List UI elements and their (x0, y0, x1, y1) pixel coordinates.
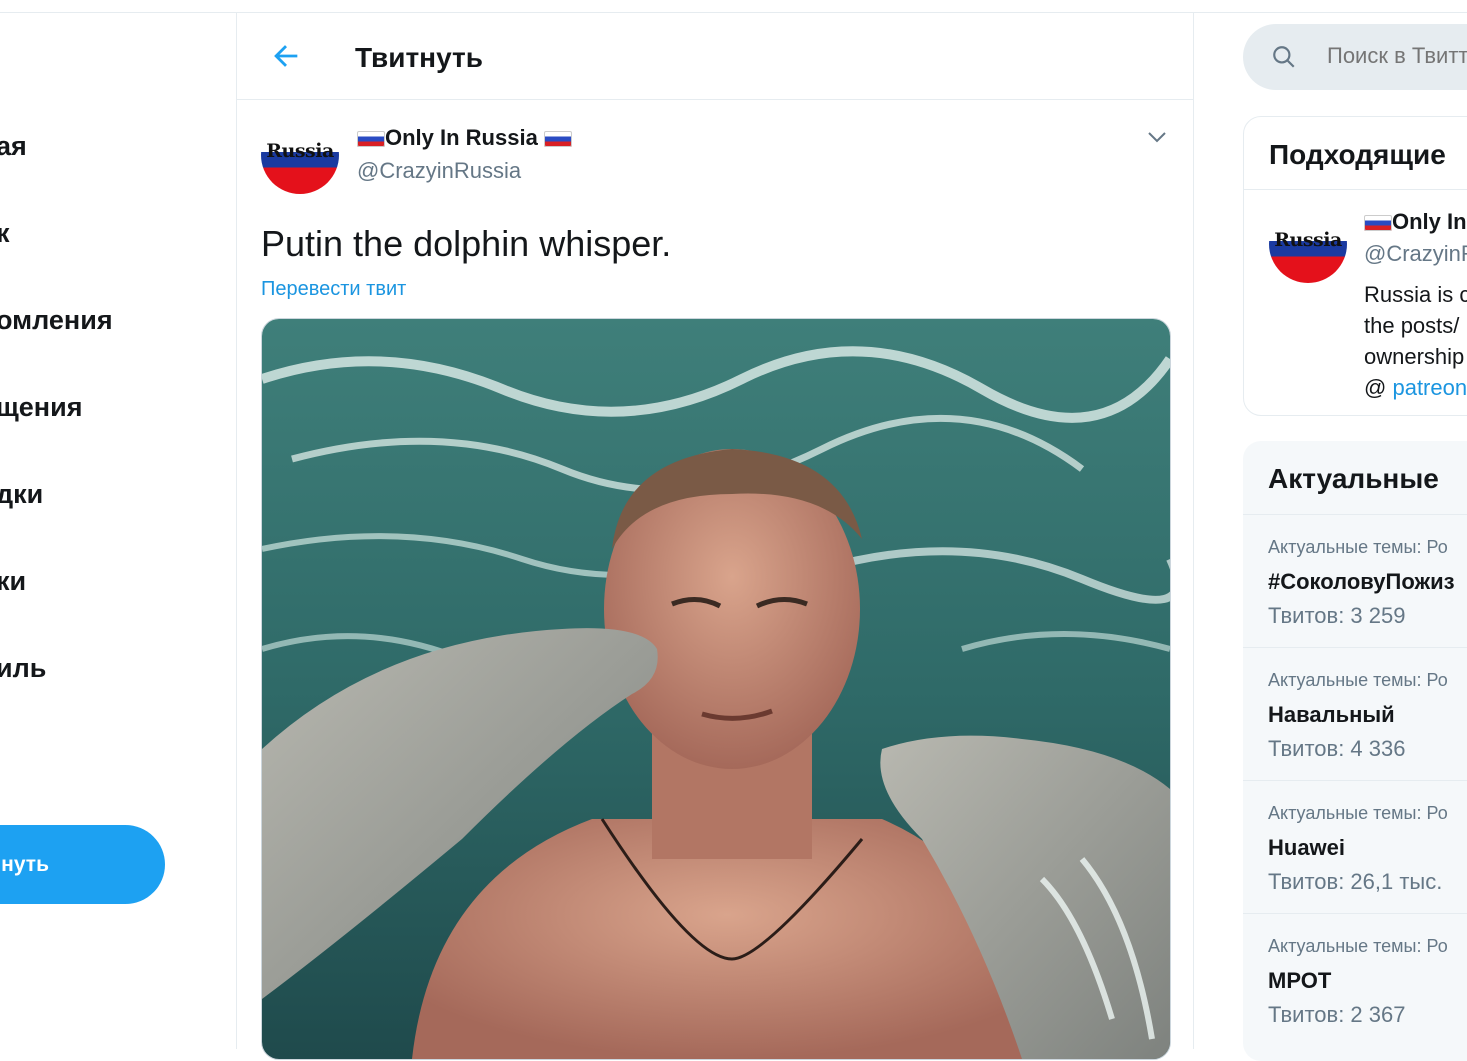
flag-icon (1364, 215, 1392, 231)
bio-link[interactable]: patreon (1392, 375, 1467, 400)
bio-line: Russia is c (1364, 282, 1467, 307)
search-icon (1273, 46, 1295, 68)
suggested-user-name-text: Only In (1392, 209, 1467, 234)
sidebar-item-lists[interactable]: ки (0, 566, 26, 597)
compose-tweet-button[interactable]: нуть (0, 825, 165, 904)
search-box[interactable] (1243, 24, 1467, 90)
divider (1243, 514, 1467, 515)
trends-card: Актуальные Актуальные темы: Ро #Соколову… (1243, 441, 1467, 1061)
divider (1243, 647, 1467, 648)
translate-tweet-link[interactable]: Перевести твит (261, 278, 406, 301)
page-header: Твитнуть (237, 13, 1193, 100)
chevron-down-icon[interactable] (1145, 125, 1169, 149)
divider (1244, 189, 1467, 190)
trend-category: Актуальные темы: Ро (1268, 803, 1448, 823)
author-name[interactable]: Only In Russia (357, 125, 572, 151)
trend-name: МРОТ (1268, 968, 1332, 993)
bio-at: @ (1364, 375, 1387, 400)
back-arrow-icon[interactable] (269, 39, 303, 73)
trend-category: Актуальные темы: Ро (1268, 936, 1448, 956)
tweet-text: Putin the dolphin whisper. (261, 223, 672, 264)
trend-count: Твитов: 26,1 тыс. (1268, 869, 1443, 894)
trend-count: Твитов: 4 336 (1268, 736, 1406, 761)
sidebar-item-profile[interactable]: иль (0, 653, 46, 684)
bio-line: the posts/ (1364, 313, 1460, 338)
trends-title: Актуальные (1268, 463, 1439, 494)
divider (1243, 780, 1467, 781)
bio-line: ownership (1364, 344, 1465, 369)
author-name-text: Only In Russia (385, 125, 538, 150)
sidebar-item-explore[interactable]: к (0, 218, 10, 249)
sidebar-item-messages[interactable]: щения (0, 392, 82, 423)
who-to-follow-card: Подходящие Russia Only In @CrazyinR Russ… (1243, 116, 1467, 416)
suggested-user-bio: Russia is c the posts/ ownership @ patre… (1364, 279, 1467, 403)
suggested-user-handle[interactable]: @CrazyinR (1364, 241, 1467, 267)
trend-count: Твитов: 3 259 (1268, 603, 1406, 628)
search-input[interactable] (1325, 42, 1467, 70)
page-title: Твитнуть (355, 42, 483, 73)
sidebar-item-bookmarks[interactable]: дки (0, 479, 43, 510)
suggested-user-avatar[interactable]: Russia (1269, 205, 1347, 283)
divider (1243, 913, 1467, 914)
top-bar (0, 0, 1467, 13)
sidebar-nav: ая к омления щения дки ки иль нуть (0, 13, 236, 1049)
tweet-photo[interactable] (261, 318, 1171, 1060)
flag-icon (357, 131, 385, 147)
author-avatar[interactable]: Russia (261, 116, 339, 194)
suggested-user-name[interactable]: Only In (1364, 209, 1467, 235)
trend-name: Huawei (1268, 835, 1346, 860)
author-handle[interactable]: @CrazyinRussia (357, 158, 521, 184)
avatar-text: Russia (266, 140, 334, 162)
photo-illustration (262, 319, 1170, 1059)
who-to-follow-title: Подходящие (1269, 139, 1446, 170)
flag-icon (543, 131, 572, 147)
trend-category: Актуальные темы: Ро (1268, 670, 1448, 690)
trend-name: Навальный (1268, 702, 1395, 727)
trend-category: Актуальные темы: Ро (1268, 537, 1448, 557)
trend-count: Твитов: 2 367 (1268, 1002, 1406, 1027)
trend-name: #СоколовуПожиз (1268, 569, 1455, 594)
tweet-detail-column: Твитнуть Russia Only In Russia @CrazyinR… (236, 13, 1194, 1060)
bio-line: @ patreon (1364, 372, 1467, 403)
sidebar-item-home[interactable]: ая (0, 131, 27, 162)
avatar-text: Russia (1274, 229, 1342, 251)
sidebar-item-notifications[interactable]: омления (0, 305, 113, 336)
